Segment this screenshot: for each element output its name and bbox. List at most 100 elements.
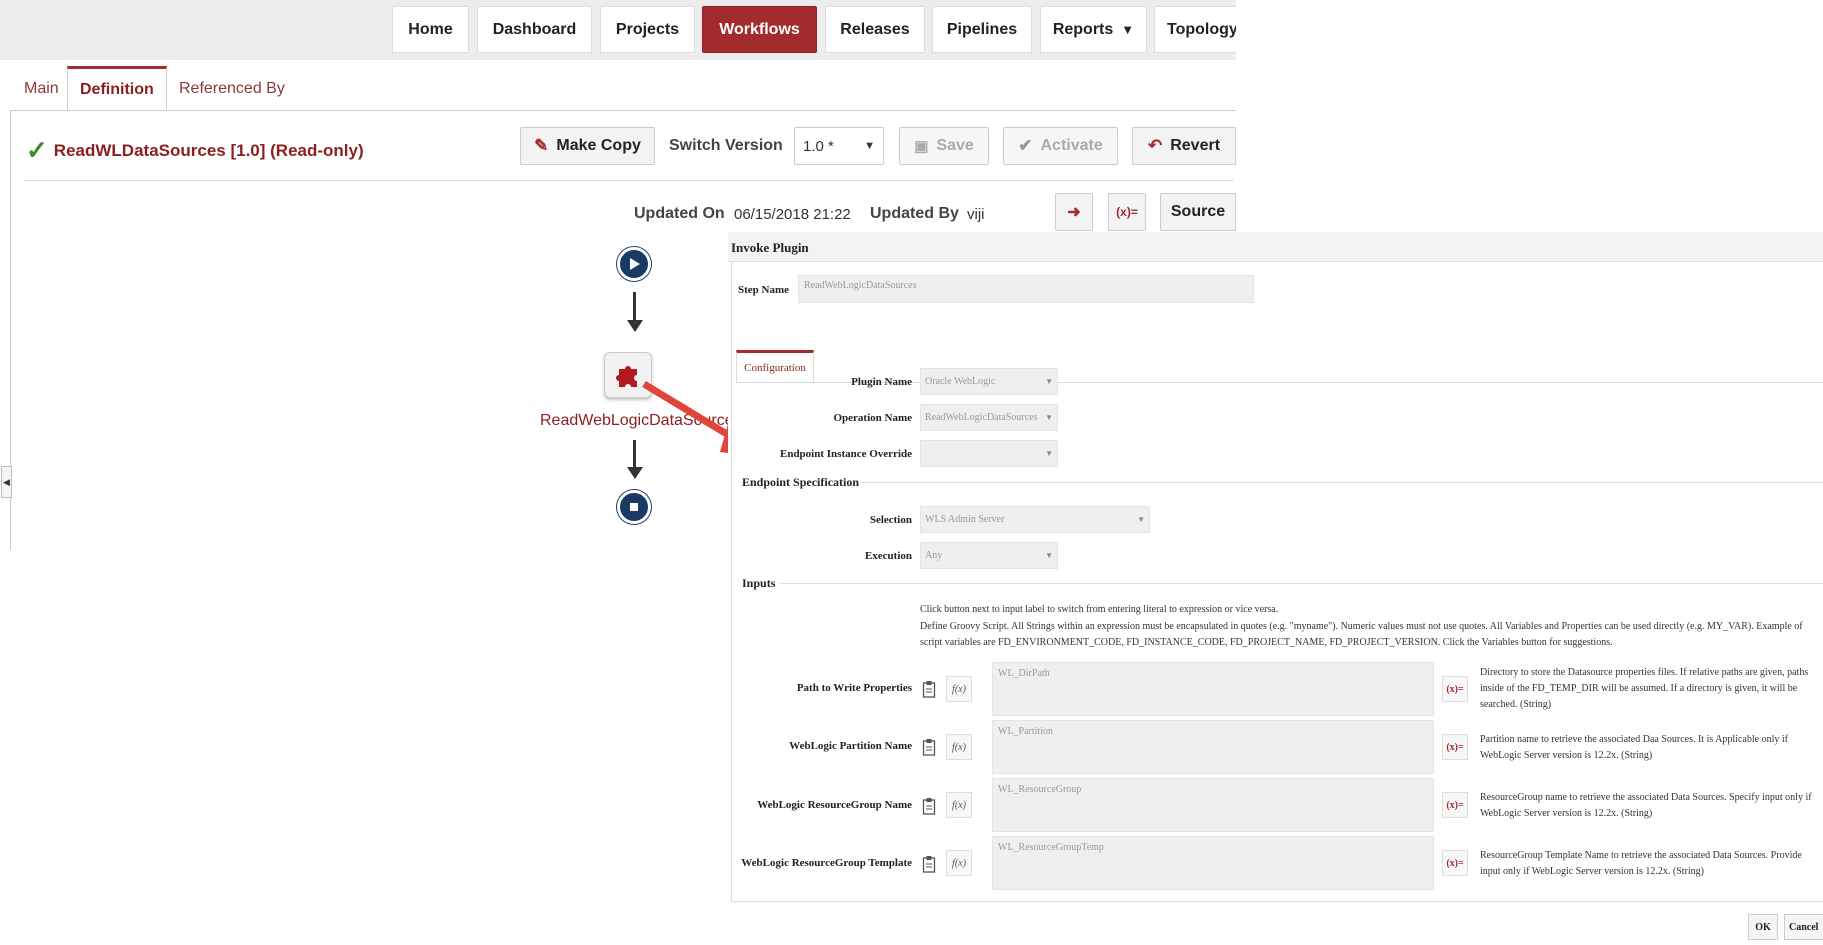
ok-button[interactable]: OK xyxy=(1748,914,1778,940)
field-description: Directory to store the Datasource proper… xyxy=(1480,667,1809,710)
fx-toggle-button[interactable]: f(x) xyxy=(946,792,972,818)
import-glyph: ➜ xyxy=(1067,204,1081,221)
plugin-name-label: Plugin Name xyxy=(851,376,912,388)
field-input[interactable]: WL_Partition xyxy=(992,720,1434,774)
clipboard-icon[interactable] xyxy=(922,855,936,873)
version-select-value: 1.0 * xyxy=(803,137,834,155)
cancel-button[interactable]: Cancel xyxy=(1784,914,1823,940)
endpoint-spec-heading: Endpoint Specification xyxy=(742,475,860,489)
clipboard-icon[interactable] xyxy=(922,738,936,756)
switch-version-label: Switch Version xyxy=(669,137,783,154)
field-input[interactable]: WL_DirPath xyxy=(992,662,1434,716)
field-description: ResourceGroup name to retrieve the assoc… xyxy=(1480,792,1812,819)
fx-toggle-button[interactable]: f(x) xyxy=(946,850,972,876)
workflow-title: ✓ ReadWLDataSources [1.0] (Read-only) xyxy=(26,135,364,166)
field-input[interactable]: WL_ResourceGroup xyxy=(992,778,1434,832)
chevron-down-icon: ▼ xyxy=(1137,515,1145,524)
nav-reports-label: Reports xyxy=(1052,20,1114,38)
nav-topology[interactable]: Topology xyxy=(1154,6,1236,53)
inputs-note-2: Define Groovy Script. All Strings within… xyxy=(920,621,1803,648)
tab-referenced-by[interactable]: Referenced By xyxy=(167,66,297,111)
selection-select[interactable]: WLS Admin Server ▼ xyxy=(920,506,1150,533)
tab-main[interactable]: Main xyxy=(12,66,71,111)
selection-label: Selection xyxy=(869,514,912,526)
step-name-input[interactable]: ReadWebLogicDataSources xyxy=(798,275,1254,303)
undo-icon: ↶ xyxy=(1147,136,1163,155)
variables-expression-button[interactable]: (x)= xyxy=(1108,193,1146,231)
nav-workflows[interactable]: Workflows xyxy=(702,6,817,53)
header-divider xyxy=(24,180,1234,181)
flow-arrowhead xyxy=(627,320,643,332)
step-name-label: Step Name xyxy=(738,284,790,296)
updated-by-value: viji xyxy=(967,206,985,223)
chevron-down-icon: ▼ xyxy=(1045,413,1053,422)
plugin-name-select[interactable]: Oracle WebLogic ▼ xyxy=(920,368,1058,395)
floppy-icon: ▣ xyxy=(914,138,929,155)
field-description: ResourceGroup Template Name to retrieve … xyxy=(1480,850,1802,877)
clipboard-icon[interactable] xyxy=(922,680,936,698)
operation-name-select[interactable]: ReadWebLogicDataSources ▼ xyxy=(920,404,1058,431)
collapse-panel-toggle[interactable]: ◀ xyxy=(1,466,12,498)
execution-select[interactable]: Any ▼ xyxy=(920,542,1058,569)
expression-button[interactable]: (x)= xyxy=(1442,734,1468,760)
nav-dashboard[interactable]: Dashboard xyxy=(477,6,592,53)
expression-button[interactable]: (x)= xyxy=(1442,850,1468,876)
chevron-down-icon: ▼ xyxy=(864,140,875,152)
nav-reports[interactable]: Reports ▼ xyxy=(1040,6,1147,53)
nav-releases[interactable]: Releases xyxy=(825,6,925,53)
check-circle-icon: ✔ xyxy=(1018,136,1033,155)
inputs-rule xyxy=(780,583,1823,584)
inputs-heading: Inputs xyxy=(742,576,776,590)
flow-connector xyxy=(633,292,636,320)
make-copy-button[interactable]: ✎ Make Copy xyxy=(520,127,655,165)
dialog-title: Invoke Plugin xyxy=(728,232,1823,262)
tab-definition[interactable]: Definition xyxy=(67,66,167,111)
execution-label: Execution xyxy=(864,550,912,562)
field-input[interactable]: WL_ResourceGroupTemp xyxy=(992,836,1434,890)
chevron-down-icon: ▼ xyxy=(1045,449,1053,458)
field-label: WebLogic Partition Name xyxy=(789,740,912,752)
updated-on-label: Updated On xyxy=(634,205,725,222)
chevron-down-icon: ▼ xyxy=(1121,22,1135,37)
version-select[interactable]: 1.0 * ▼ xyxy=(794,127,884,165)
chevron-down-icon: ▼ xyxy=(1045,551,1053,560)
nav-pipelines[interactable]: Pipelines xyxy=(932,6,1032,53)
play-icon[interactable] xyxy=(617,247,651,281)
invoke-plugin-dialog: Invoke Plugin Step Name ReadWebLogicData… xyxy=(728,232,1823,945)
checkmark-icon: ✓ xyxy=(26,135,48,165)
nav-home[interactable]: Home xyxy=(392,6,469,53)
pencil-icon: ✎ xyxy=(534,136,549,155)
source-button[interactable]: Source xyxy=(1160,193,1236,231)
activate-button[interactable]: ✔ Activate xyxy=(1003,127,1118,165)
endpoint-override-select[interactable]: ▼ xyxy=(920,440,1058,467)
revert-label: Revert xyxy=(1170,137,1221,154)
clipboard-icon[interactable] xyxy=(922,797,936,815)
endpoint-override-label: Endpoint Instance Override xyxy=(779,448,912,460)
inputs-note-1: Click button next to input label to swit… xyxy=(920,604,1279,615)
revert-button[interactable]: ↶ Revert xyxy=(1132,127,1236,165)
expression-button[interactable]: (x)= xyxy=(1442,792,1468,818)
stop-icon[interactable] xyxy=(617,490,651,524)
save-button[interactable]: ▣ Save xyxy=(899,127,989,165)
updated-by-label: Updated By xyxy=(870,205,959,222)
plugin-name-value: Oracle WebLogic xyxy=(925,376,996,387)
operation-name-label: Operation Name xyxy=(833,412,912,424)
selection-value: WLS Admin Server xyxy=(925,514,1005,525)
dialog-body: Step Name ReadWebLogicDataSources Config… xyxy=(731,262,1823,902)
nav-projects[interactable]: Projects xyxy=(600,6,695,53)
top-nav-bar: Home Dashboard Projects Workflows Releas… xyxy=(0,0,1236,60)
expression-button[interactable]: (x)= xyxy=(1442,676,1468,702)
field-label: Path to Write Properties xyxy=(796,682,912,694)
execution-value: Any xyxy=(925,550,943,561)
field-description: Partition name to retrieve the associate… xyxy=(1480,734,1788,761)
activate-label: Activate xyxy=(1040,137,1103,154)
tab-divider xyxy=(10,110,1236,111)
field-label: WebLogic ResourceGroup Template xyxy=(741,857,912,869)
fx-toggle-button[interactable]: f(x) xyxy=(946,676,972,702)
chevron-down-icon: ▼ xyxy=(1045,377,1053,386)
import-icon[interactable]: ➜ xyxy=(1055,193,1093,231)
fx-toggle-button[interactable]: f(x) xyxy=(946,734,972,760)
save-label: Save xyxy=(936,137,974,154)
field-label: WebLogic ResourceGroup Name xyxy=(757,799,912,811)
make-copy-label: Make Copy xyxy=(556,137,641,154)
